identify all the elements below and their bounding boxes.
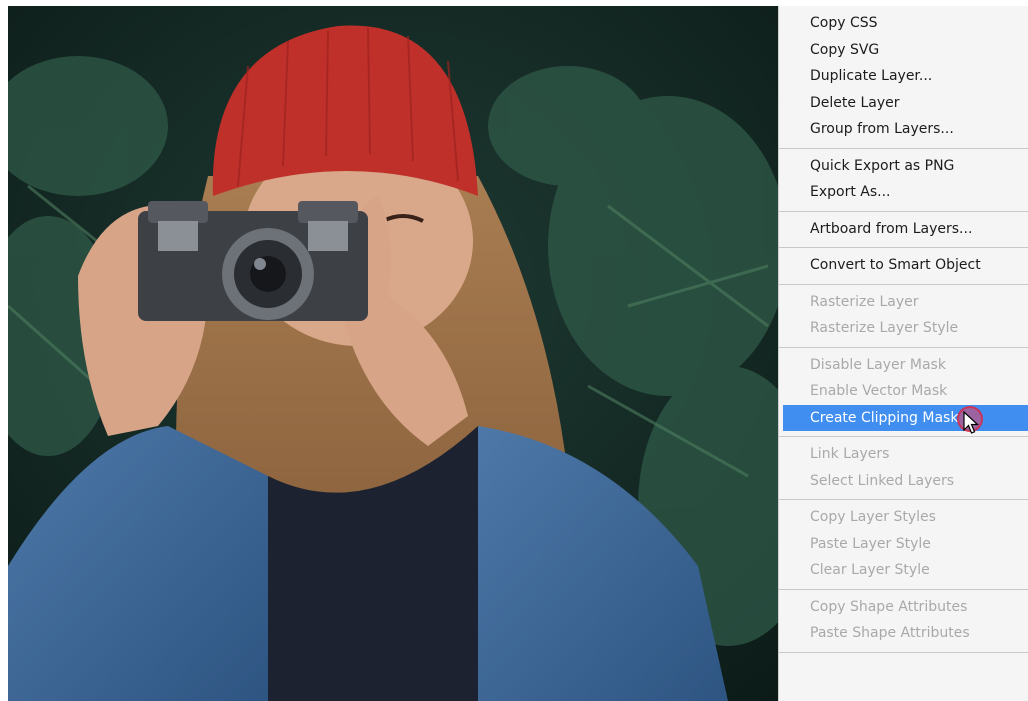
menu-item-delete-layer[interactable]: Delete Layer	[779, 90, 1028, 117]
menu-item-paste-shape-attributes[interactable]: Paste Shape Attributes	[779, 620, 1028, 647]
menu-item-link-layers[interactable]: Link Layers	[779, 441, 1028, 468]
menu-item-copy-layer-styles[interactable]: Copy Layer Styles	[779, 504, 1028, 531]
menu-item-quick-export-as-png[interactable]: Quick Export as PNG	[779, 153, 1028, 180]
menu-group	[779, 653, 1028, 676]
menu-item-clear-layer-style[interactable]: Clear Layer Style	[779, 557, 1028, 584]
menu-group: Artboard from Layers...	[779, 212, 1028, 248]
menu-item-convert-to-smart-object[interactable]: Convert to Smart Object	[779, 252, 1028, 279]
menu-item-copy-svg[interactable]: Copy SVG	[779, 37, 1028, 64]
menu-item-create-clipping-mask[interactable]: Create Clipping Mask	[783, 404, 1028, 434]
menu-group: Copy CSS Copy SVG Duplicate Layer... Delete…	[779, 6, 1028, 149]
menu-group: Quick Export as PNG Export As...	[779, 149, 1028, 212]
photo-canvas	[8, 6, 778, 701]
menu-group: Rasterize Layer Rasterize Layer Style	[779, 285, 1028, 348]
menu-item-group-from-layers[interactable]: Group from Layers...	[779, 116, 1028, 143]
context-menu: Copy CSS Copy SVG Duplicate Layer... Delete…	[778, 6, 1028, 701]
menu-item-paste-layer-style[interactable]: Paste Layer Style	[779, 531, 1028, 558]
menu-group: Disable Layer Mask Enable Vector Mask Crea…	[779, 348, 1028, 437]
menu-item-duplicate-layer[interactable]: Duplicate Layer...	[779, 63, 1028, 90]
menu-group: Copy Layer Styles Paste Layer Style Clear …	[779, 500, 1028, 590]
menu-group: Copy Shape Attributes Paste Shape Attribu…	[779, 590, 1028, 653]
menu-item-disable-layer-mask[interactable]: Disable Layer Mask	[779, 352, 1028, 379]
menu-group: Link Layers Select Linked Layers	[779, 437, 1028, 500]
menu-item-artboard-from-layers[interactable]: Artboard from Layers...	[779, 216, 1028, 243]
menu-item-export-as[interactable]: Export As...	[779, 179, 1028, 206]
menu-item-copy-css[interactable]: Copy CSS	[779, 10, 1028, 37]
menu-item-select-linked-layers[interactable]: Select Linked Layers	[779, 468, 1028, 495]
menu-item-enable-vector-mask[interactable]: Enable Vector Mask	[779, 378, 1028, 405]
photo-image	[8, 6, 778, 701]
menu-item-copy-shape-attributes[interactable]: Copy Shape Attributes	[779, 594, 1028, 621]
menu-item-rasterize-layer-style[interactable]: Rasterize Layer Style	[779, 315, 1028, 342]
arrow-cursor-icon	[963, 410, 979, 434]
menu-group: Convert to Smart Object	[779, 248, 1028, 285]
menu-item-cut-off-item[interactable]	[779, 657, 1028, 671]
menu-item-rasterize-layer[interactable]: Rasterize Layer	[779, 289, 1028, 316]
